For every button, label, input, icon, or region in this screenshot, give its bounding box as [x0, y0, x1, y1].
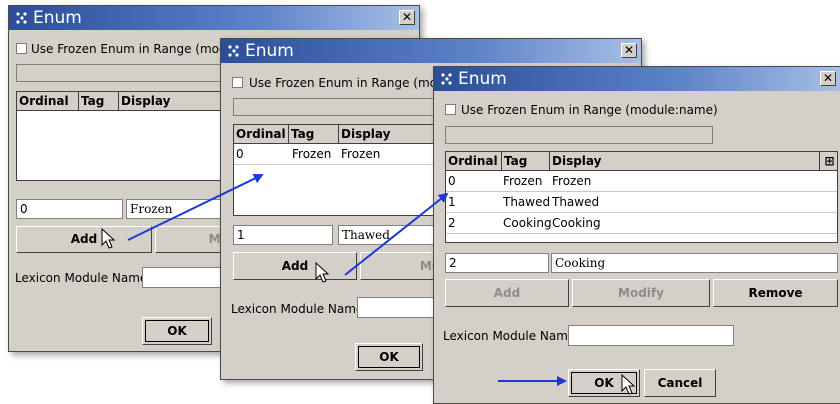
column-header-ordinal[interactable]: Ordinal	[234, 125, 289, 143]
table-header: Ordinal Tag Display ⊞	[446, 152, 837, 171]
ok-button[interactable]: OK	[142, 317, 212, 345]
frozen-enum-label: Use Frozen Enum in Range (mod	[249, 76, 445, 90]
enum-icon	[16, 12, 27, 24]
column-header-tag[interactable]: Tag	[79, 92, 119, 110]
frozen-enum-range-field[interactable]	[445, 126, 713, 144]
cancel-button[interactable]: Cancel	[644, 369, 716, 397]
add-button[interactable]: Add	[16, 226, 152, 253]
cell-display: Cooking	[552, 216, 601, 230]
table-row[interactable]: 2 Cooking Cooking	[446, 213, 837, 234]
ordinal-field[interactable]: 2	[445, 253, 549, 273]
cell-tag: Thawed	[503, 195, 551, 209]
close-icon[interactable]: ✕	[621, 43, 637, 58]
cell-display: Frozen	[552, 174, 592, 188]
table-row[interactable]: 0 Frozen Frozen	[446, 171, 837, 192]
modify-button[interactable]: Modify	[572, 279, 710, 307]
dialog-title: Enum	[245, 41, 294, 61]
title-bar[interactable]: Enum ✕	[434, 67, 840, 91]
lexicon-module-field[interactable]	[568, 325, 734, 346]
title-bar[interactable]: Enum ✕	[9, 6, 419, 30]
cell-ordinal: 2	[448, 216, 456, 230]
enum-dialog-3: Enum ✕ Use Frozen Enum in Range (module:…	[433, 66, 840, 404]
cell-ordinal: 0	[448, 174, 456, 188]
column-header-display[interactable]: Display	[550, 152, 820, 170]
cell-display: Thawed	[552, 195, 600, 209]
mouse-pointer-icon	[101, 228, 116, 249]
enum-table[interactable]: Ordinal Tag Display ⊞ 0 Frozen Frozen 1 …	[445, 151, 838, 243]
column-header-tag[interactable]: Tag	[502, 152, 550, 170]
table-row[interactable]: 1 Thawed Thawed	[446, 192, 837, 213]
lexicon-label: Lexicon Module Name	[443, 329, 576, 343]
cell-ordinal: 0	[236, 147, 244, 161]
close-icon[interactable]: ✕	[820, 71, 836, 86]
column-header-ordinal[interactable]: Ordinal	[446, 152, 502, 170]
mouse-pointer-icon	[621, 374, 636, 395]
enum-icon	[441, 73, 452, 85]
lexicon-label: Lexicon Module Name	[15, 271, 148, 285]
mouse-pointer-icon	[315, 262, 330, 283]
cell-tag: Cooking	[503, 216, 552, 230]
title-bar[interactable]: Enum ✕	[221, 39, 641, 63]
enum-icon	[228, 45, 239, 57]
ordinal-field[interactable]: 0	[16, 199, 123, 219]
frozen-enum-checkbox[interactable]	[16, 43, 27, 54]
add-button[interactable]: Add	[233, 252, 357, 280]
remove-button[interactable]: Remove	[713, 279, 838, 307]
lexicon-label: Lexicon Module Name	[231, 302, 364, 316]
dialog-title: Enum	[458, 69, 507, 89]
cell-display: Frozen	[341, 147, 381, 161]
frozen-enum-label: Use Frozen Enum in Range (modu	[31, 42, 235, 56]
cell-ordinal: 1	[448, 195, 456, 209]
tag-field[interactable]: Cooking	[551, 253, 838, 273]
close-icon[interactable]: ✕	[399, 10, 415, 25]
column-header-ordinal[interactable]: Ordinal	[17, 92, 79, 110]
add-button[interactable]: Add	[445, 279, 569, 307]
dialog-title: Enum	[33, 8, 82, 28]
column-chooser-icon[interactable]: ⊞	[820, 152, 837, 170]
ordinal-field[interactable]: 1	[233, 225, 333, 245]
frozen-enum-checkbox[interactable]	[232, 77, 243, 88]
column-header-tag[interactable]: Tag	[289, 125, 339, 143]
cell-tag: Frozen	[503, 174, 543, 188]
frozen-enum-checkbox[interactable]	[445, 104, 456, 115]
cell-tag: Frozen	[292, 147, 332, 161]
frozen-enum-label: Use Frozen Enum in Range (module:name)	[461, 103, 718, 117]
ok-button[interactable]: OK	[355, 343, 423, 371]
